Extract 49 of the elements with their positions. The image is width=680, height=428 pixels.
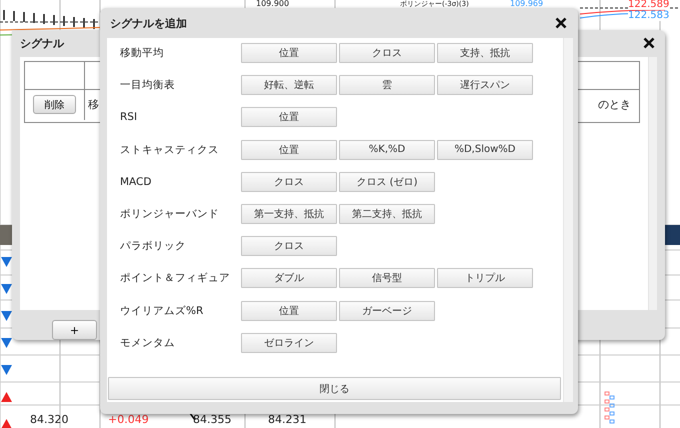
- signal-button[interactable]: クロス: [241, 236, 337, 256]
- signal-label: ポイント＆フィギュア: [120, 271, 231, 286]
- signal-button[interactable]: トリプル: [437, 268, 533, 288]
- table-cell: 84.355: [193, 414, 232, 426]
- signal-button[interactable]: 位置: [241, 140, 337, 160]
- signal-button[interactable]: クロス: [241, 172, 337, 192]
- signal-label: パラボリック: [120, 239, 187, 254]
- signal-button[interactable]: クロス: [339, 43, 435, 63]
- signal-label: 移動平均: [120, 46, 165, 60]
- signal-label: ストキャスティクス: [120, 142, 220, 157]
- scrollbar[interactable]: [648, 56, 657, 310]
- signal-button[interactable]: 支持、抵抗: [437, 43, 533, 63]
- signal-button[interactable]: 第二支持、抵抗: [339, 204, 435, 224]
- signal-button[interactable]: 位置: [241, 300, 337, 320]
- price-label: 122.583: [628, 11, 670, 21]
- signal-label: 一目均衡表: [120, 78, 176, 92]
- signal-button[interactable]: 位置: [241, 43, 337, 63]
- signal-button[interactable]: %K,%D: [339, 140, 435, 160]
- signal-button[interactable]: 雲: [339, 75, 435, 96]
- signal-button[interactable]: クロス (ゼロ): [339, 172, 435, 192]
- signal-button[interactable]: 位置: [241, 107, 337, 128]
- signal-button[interactable]: 信号型: [339, 268, 435, 288]
- price-label: 109.900: [256, 0, 290, 8]
- signal-button[interactable]: ガーベージ: [339, 300, 435, 320]
- window-title: シグナル: [20, 36, 64, 51]
- table-cell: 84.320: [30, 414, 68, 426]
- signal-button[interactable]: 第一支持、抵抗: [241, 204, 337, 224]
- signal-button[interactable]: ゼロライン: [241, 332, 337, 353]
- signal-label: RSI: [120, 111, 138, 124]
- close-icon[interactable]: [643, 37, 655, 50]
- signal-button[interactable]: 好転、逆転: [241, 75, 337, 96]
- close-icon[interactable]: [555, 17, 567, 29]
- scrollbar[interactable]: [563, 38, 573, 402]
- signal-button[interactable]: %D,Slow%D: [437, 140, 533, 160]
- price-label: 109.969: [510, 0, 544, 8]
- add-button[interactable]: +: [52, 320, 97, 340]
- signal-label: MACD: [120, 176, 152, 188]
- signal-label: モメンタム: [120, 336, 176, 350]
- table-cell: 84.231: [268, 414, 306, 426]
- delete-button[interactable]: 削除: [33, 95, 76, 114]
- table-cell: 移: [88, 97, 99, 112]
- signal-label: ボリンジャーバンド: [120, 206, 220, 221]
- signal-button[interactable]: ダブル: [241, 268, 337, 288]
- close-button[interactable]: 閉じる: [108, 377, 561, 400]
- dialog-title: シグナルを追加: [110, 16, 187, 30]
- table-cell: のとき: [598, 97, 631, 112]
- signal-button[interactable]: 遅行スパン: [437, 75, 533, 96]
- table-cell: +0.049: [108, 414, 149, 426]
- signal-label: ウイリアムズ%R: [120, 304, 204, 318]
